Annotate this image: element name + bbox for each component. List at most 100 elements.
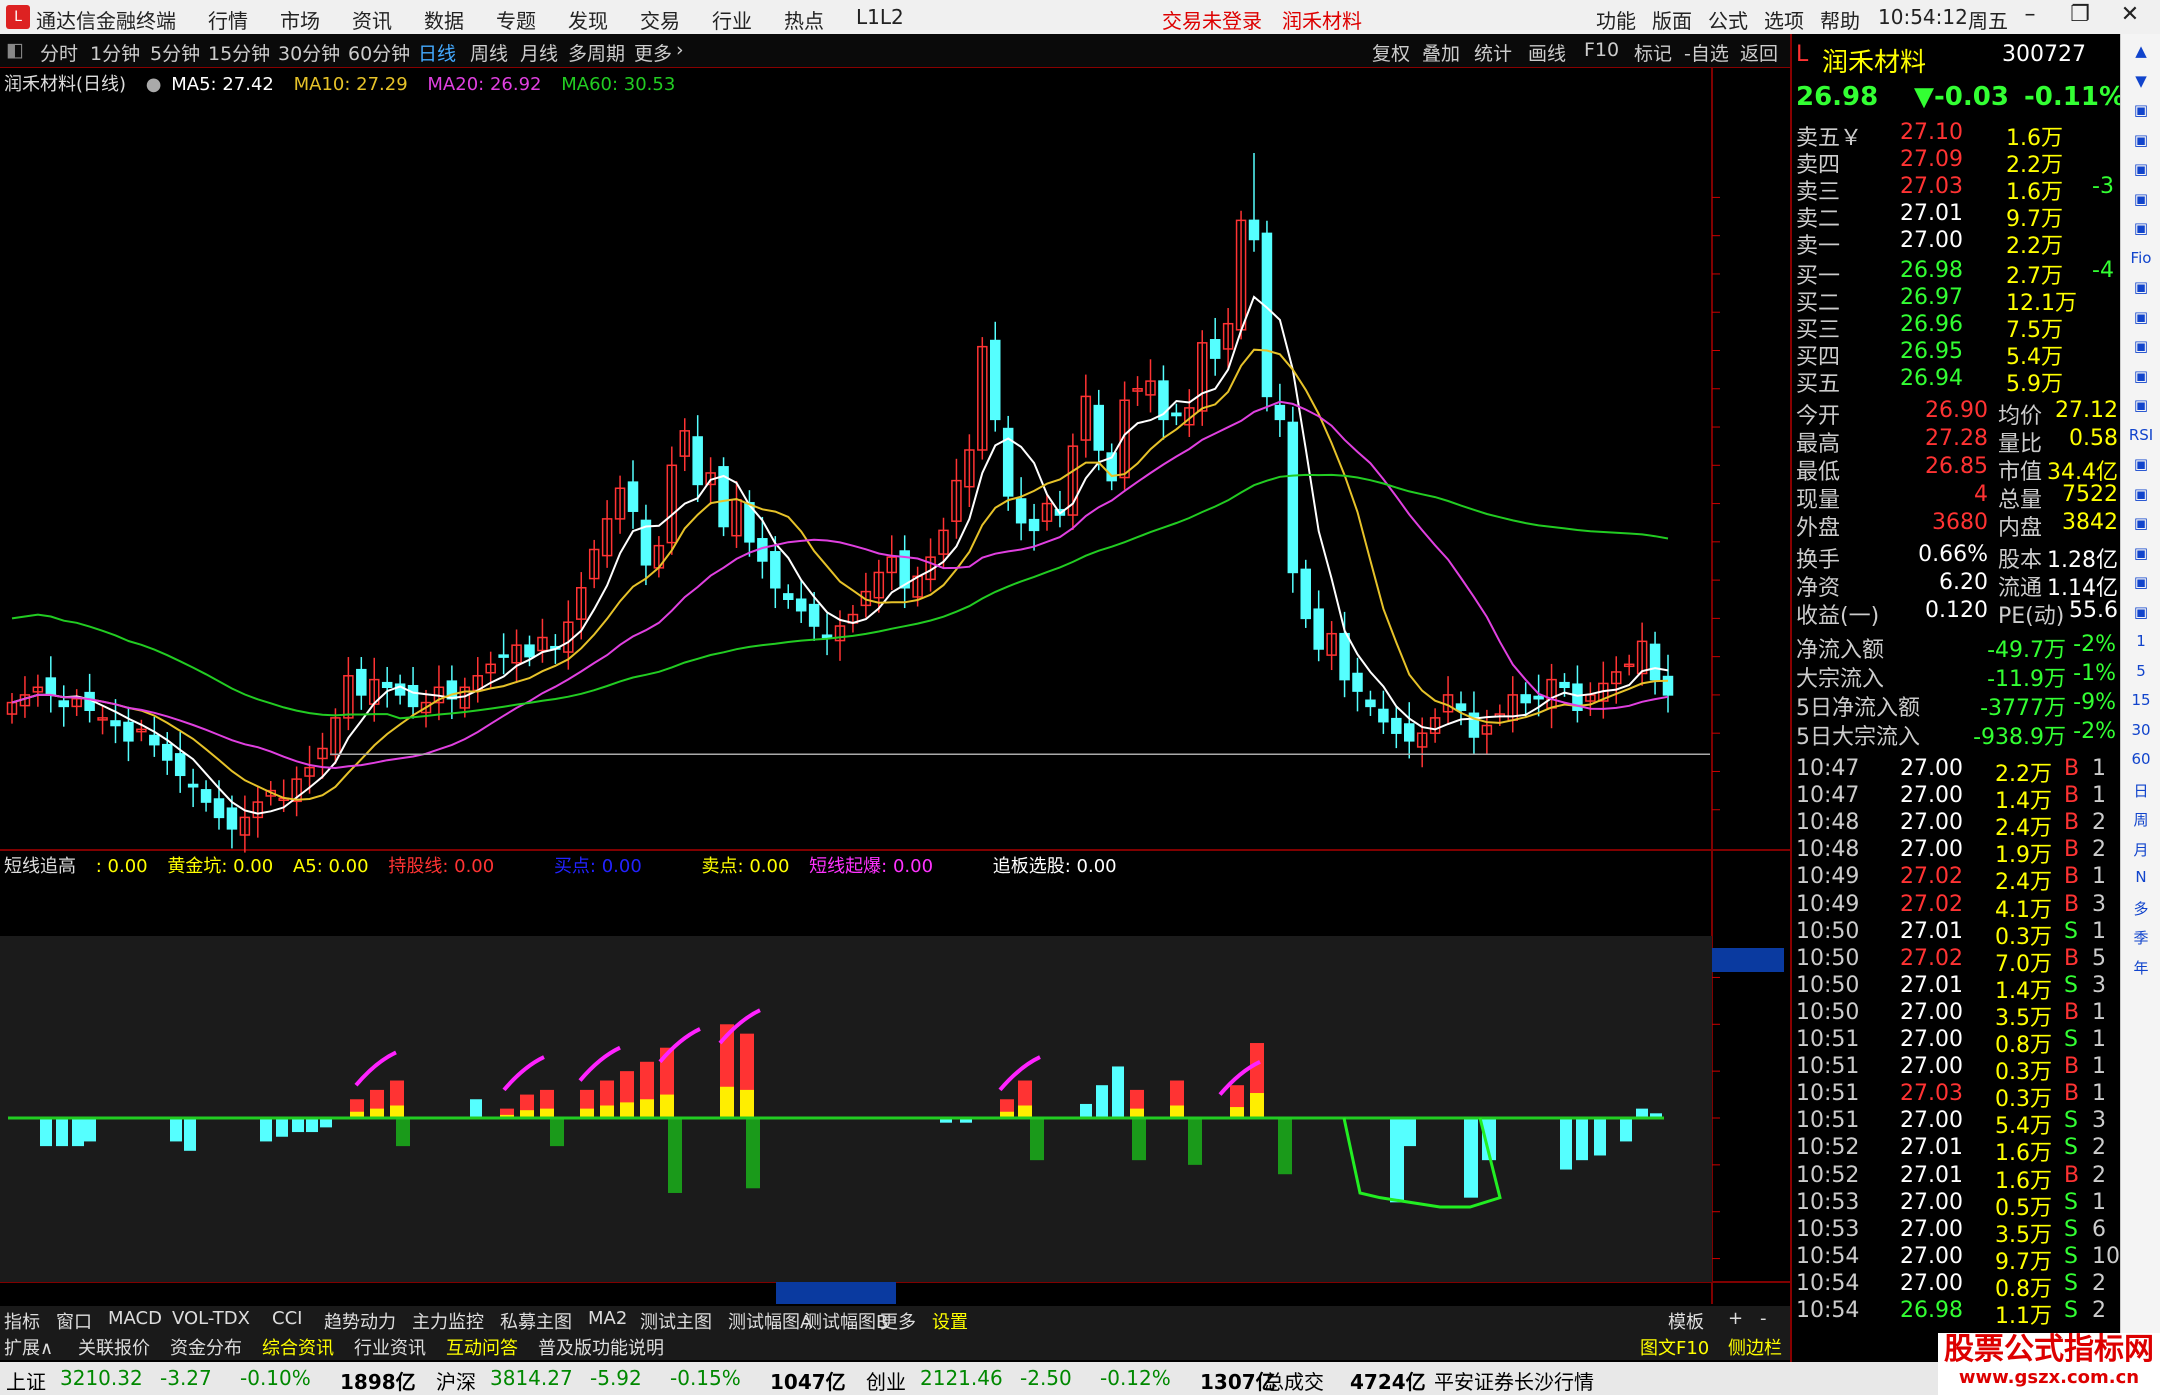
- indicator-tab-13[interactable]: 更多: [880, 1308, 916, 1334]
- side-tool-1[interactable]: ▲: [2127, 42, 2155, 68]
- side-tool-30[interactable]: 多: [2127, 898, 2155, 924]
- side-tool-13[interactable]: ▣: [2127, 396, 2155, 422]
- side-tool-28[interactable]: 月: [2127, 839, 2155, 865]
- menu-zhuanti[interactable]: 专题: [496, 5, 536, 34]
- indicator-tab-11[interactable]: 测试幅图A: [728, 1308, 812, 1334]
- bottom-tab-7[interactable]: 普及版功能说明: [538, 1334, 664, 1360]
- menu-shichang[interactable]: 市场: [280, 5, 320, 34]
- side-tool-19[interactable]: ▣: [2127, 573, 2155, 599]
- side-tool-4[interactable]: ▣: [2127, 131, 2155, 157]
- kline-chart[interactable]: [0, 68, 1790, 1368]
- side-tool-21[interactable]: 1: [2127, 632, 2155, 658]
- legend-settings-icon[interactable]: ●: [146, 74, 162, 95]
- side-tool-25[interactable]: 60: [2127, 750, 2155, 776]
- side-tool-18[interactable]: ▣: [2127, 544, 2155, 570]
- tab-right-1[interactable]: 模板: [1668, 1308, 1704, 1334]
- side-tool-12[interactable]: ▣: [2127, 367, 2155, 393]
- period-15min[interactable]: 15分钟: [208, 39, 270, 66]
- menu-redian[interactable]: 热点: [784, 5, 824, 34]
- index-3-field-1[interactable]: 创业: [866, 1366, 906, 1395]
- tool-tongji[interactable]: 统计: [1474, 39, 1512, 66]
- side-tool-20[interactable]: ▣: [2127, 603, 2155, 629]
- minimize-icon[interactable]: –: [2010, 2, 2050, 32]
- side-tool-6[interactable]: ▣: [2127, 190, 2155, 216]
- tab-right-3[interactable]: -: [1760, 1308, 1767, 1329]
- bottom-tab-1[interactable]: 扩展∧: [4, 1334, 53, 1360]
- side-tool-2[interactable]: ▼: [2127, 72, 2155, 98]
- bottom-tab-3[interactable]: 资金分布: [170, 1334, 242, 1360]
- indicator-tab-10[interactable]: 测试主图: [640, 1308, 712, 1334]
- side-tool-9[interactable]: ▣: [2127, 278, 2155, 304]
- menu-xuanxiang[interactable]: 选项: [1764, 5, 1804, 34]
- side-tool-5[interactable]: ▣: [2127, 160, 2155, 186]
- indicator-tab-8[interactable]: 私募主图: [500, 1308, 572, 1334]
- indicator-tab-7[interactable]: 主力监控: [412, 1308, 484, 1334]
- indicator-tab-2[interactable]: 窗口: [56, 1308, 92, 1334]
- panel-toggle-icon[interactable]: ◧: [6, 39, 24, 61]
- period-30min[interactable]: 30分钟: [278, 39, 340, 66]
- tool-fanhui[interactable]: 返回: [1740, 39, 1778, 66]
- menu-shuju[interactable]: 数据: [424, 5, 464, 34]
- menu-l1l2[interactable]: L1L2: [856, 5, 904, 29]
- sub-indicator-name[interactable]: 短线追高: [4, 856, 76, 877]
- index-1-field-1[interactable]: 上证: [6, 1366, 46, 1395]
- indicator-tab-14[interactable]: 设置: [932, 1308, 968, 1334]
- period-multi[interactable]: 多周期: [568, 39, 625, 66]
- bottom-tab-4[interactable]: 综合资讯: [262, 1334, 334, 1360]
- indicator-tab-1[interactable]: 指标: [4, 1308, 40, 1334]
- indicator-tab-4[interactable]: VOL-TDX: [172, 1308, 250, 1329]
- indicator-tab-9[interactable]: MA2: [588, 1308, 627, 1329]
- period-fenshi[interactable]: 分时: [40, 39, 78, 66]
- menu-banmian[interactable]: 版面: [1652, 5, 1692, 34]
- tab-right-2[interactable]: +: [1728, 1308, 1743, 1329]
- side-tool-22[interactable]: 5: [2127, 662, 2155, 688]
- side-tool-23[interactable]: 15: [2127, 691, 2155, 717]
- side-tool-32[interactable]: 年: [2127, 957, 2155, 983]
- side-tool-24[interactable]: 30: [2127, 721, 2155, 747]
- menu-bangzhu[interactable]: 帮助: [1820, 5, 1860, 34]
- tool-fuquan[interactable]: 复权: [1372, 39, 1410, 66]
- tool-biaoji[interactable]: 标记: [1634, 39, 1672, 66]
- side-tool-8[interactable]: Fio: [2127, 249, 2155, 275]
- index-2-field-1[interactable]: 沪深: [436, 1366, 476, 1395]
- tool-huaxian[interactable]: 画线: [1528, 39, 1566, 66]
- period-5min[interactable]: 5分钟: [150, 39, 200, 66]
- bottom-tab-5[interactable]: 行业资讯: [354, 1334, 426, 1360]
- bottom-tab-2[interactable]: 关联报价: [78, 1334, 150, 1360]
- side-tool-16[interactable]: ▣: [2127, 485, 2155, 511]
- menu-jiaoyi[interactable]: 交易: [640, 5, 680, 34]
- period-month[interactable]: 月线: [520, 39, 558, 66]
- indicator-tab-6[interactable]: 趋势动力: [324, 1308, 396, 1334]
- side-tool-17[interactable]: ▣: [2127, 514, 2155, 540]
- side-tool-11[interactable]: ▣: [2127, 337, 2155, 363]
- trade-login-status[interactable]: 交易未登录: [1162, 5, 1262, 34]
- side-tool-7[interactable]: ▣: [2127, 219, 2155, 245]
- side-tool-31[interactable]: 季: [2127, 927, 2155, 953]
- tool-f10[interactable]: F10: [1584, 39, 1619, 61]
- side-tool-10[interactable]: ▣: [2127, 308, 2155, 334]
- close-icon[interactable]: ✕: [2110, 2, 2150, 32]
- side-tool-29[interactable]: N: [2127, 868, 2155, 894]
- period-60min[interactable]: 60分钟: [348, 39, 410, 66]
- menu-gongneng[interactable]: 功能: [1596, 5, 1636, 34]
- menu-hangqing[interactable]: 行情: [208, 5, 248, 34]
- tool-diejia[interactable]: 叠加: [1422, 39, 1460, 66]
- period-1min[interactable]: 1分钟: [90, 39, 140, 66]
- restore-icon[interactable]: ❐: [2060, 2, 2100, 32]
- side-tool-3[interactable]: ▣: [2127, 101, 2155, 127]
- period-week[interactable]: 周线: [470, 39, 508, 66]
- menu-faxian[interactable]: 发现: [568, 5, 608, 34]
- tool-zixuan[interactable]: -自选: [1684, 39, 1729, 66]
- side-tool-14[interactable]: RSI: [2127, 426, 2155, 452]
- bottom-right-tab-1[interactable]: 图文F10: [1640, 1334, 1709, 1360]
- menu-zixun[interactable]: 资讯: [352, 5, 392, 34]
- period-more[interactable]: 更多: [634, 39, 672, 66]
- menu-gongshi[interactable]: 公式: [1708, 5, 1748, 34]
- indicator-tab-12[interactable]: 测试幅图B: [804, 1308, 888, 1334]
- indicator-tab-5[interactable]: CCI: [272, 1308, 302, 1329]
- side-tool-26[interactable]: 日: [2127, 780, 2155, 806]
- side-tool-27[interactable]: 周: [2127, 809, 2155, 835]
- chevron-right-icon[interactable]: ›: [676, 39, 684, 61]
- menu-hangye[interactable]: 行业: [712, 5, 752, 34]
- side-tool-15[interactable]: ▣: [2127, 455, 2155, 481]
